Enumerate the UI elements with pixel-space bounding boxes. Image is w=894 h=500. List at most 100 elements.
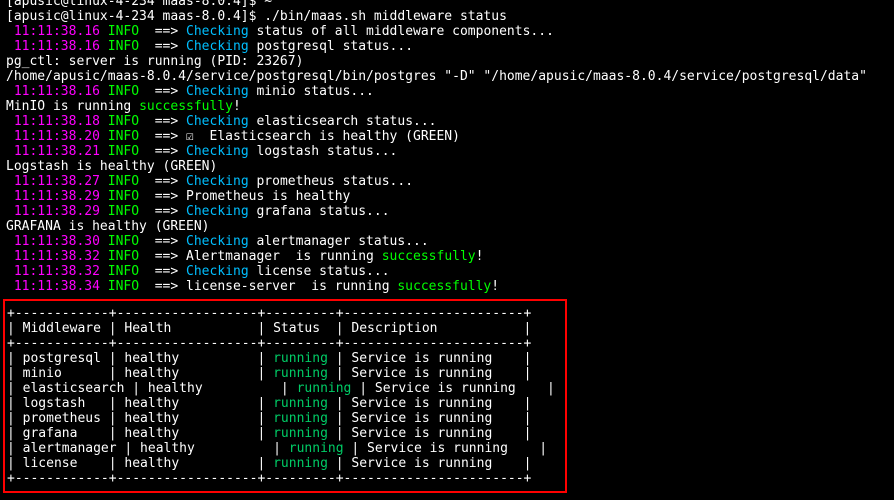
log-text: ==> <box>146 24 187 39</box>
log-level: INFO <box>99 189 147 204</box>
status-badge: running <box>273 366 328 381</box>
status-badge: running <box>273 411 328 426</box>
log-text: logstash status... <box>248 144 398 159</box>
log-line: 11:11:38.18 INFO ==> Checking elasticsea… <box>6 114 894 129</box>
table-row: | minio | healthy | running | Service is… <box>7 366 567 381</box>
log-text: [apusic@linux-4-234 maas-8.0.4]$ ~ <box>6 0 273 9</box>
log-text: ! <box>232 99 241 114</box>
table-row-suffix: | Service is running | <box>327 426 532 441</box>
log-text: MinIO is running <box>6 99 140 114</box>
log-text: elasticsearch status... <box>248 114 437 129</box>
table-row: | prometheus | healthy | running | Servi… <box>7 411 567 426</box>
log-text: status of all middleware components... <box>248 24 554 39</box>
log-text: license status... <box>248 264 390 279</box>
table-header-row: | Middleware | Health | Status | Descrip… <box>7 321 532 336</box>
log-text: ==> Prometheus is healthy <box>146 189 351 204</box>
log-level: INFO <box>99 234 147 249</box>
log-level: INFO <box>99 249 147 264</box>
log-line: 11:11:38.29 INFO ==> Prometheus is healt… <box>6 189 894 204</box>
log-level: INFO <box>99 174 147 189</box>
log-level: INFO <box>99 39 147 54</box>
log-line: pg_ctl: server is running (PID: 23267) <box>6 54 894 69</box>
table-row-suffix: | Service is running | <box>351 381 555 396</box>
terminal-output: [apusic@linux-4-234 maas-8.0.4]$ ~ [apusi… <box>6 0 894 294</box>
log-timestamp: 11:11:38.32 <box>6 264 100 279</box>
middleware-status-table: +------------+------------------+-------… <box>7 306 567 486</box>
table-row-prefix: | grafana | healthy | <box>7 426 274 441</box>
log-text: ==> <box>146 204 187 219</box>
log-line: /home/apusic/maas-8.0.4/service/postgres… <box>6 69 894 84</box>
table-row: | grafana | healthy | running | Service … <box>7 426 567 441</box>
log-text: ==> <box>146 114 187 129</box>
log-text: Checking <box>186 264 249 279</box>
table-row-suffix: | Service is running | <box>327 456 532 471</box>
log-text: Checking <box>186 84 249 99</box>
log-text: minio status... <box>248 84 374 99</box>
log-timestamp: 11:11:38.29 <box>6 189 100 204</box>
status-badge: running <box>273 396 328 411</box>
log-line: 11:11:38.34 INFO ==> license-server is r… <box>6 279 894 294</box>
log-level: INFO <box>99 204 147 219</box>
table-body: | postgresql | healthy | running | Servi… <box>7 351 567 471</box>
status-badge: running <box>288 441 344 456</box>
status-badge: running <box>273 351 328 366</box>
log-line: 11:11:38.30 INFO ==> Checking alertmanag… <box>6 234 894 249</box>
table-row-prefix: | logstash | healthy | <box>7 396 274 411</box>
table-row: | logstash | healthy | running | Service… <box>7 396 567 411</box>
log-text: Checking <box>186 204 249 219</box>
log-level: INFO <box>99 279 147 294</box>
log-text: Checking <box>186 114 249 129</box>
log-timestamp: 11:11:38.34 <box>6 279 100 294</box>
table-row: | alertmanager | healthy | running | Ser… <box>7 441 567 456</box>
table-row: | postgresql | healthy | running | Servi… <box>7 351 567 366</box>
table-row: | license | healthy | running | Service … <box>7 456 567 471</box>
log-level: INFO <box>99 114 147 129</box>
table-row-prefix: | license | healthy | <box>7 456 274 471</box>
table-row-suffix: | Service is running | <box>327 351 532 366</box>
log-level: INFO <box>99 264 147 279</box>
log-text: GRAFANA is healthy (GREEN) <box>6 219 210 234</box>
log-text: successfully <box>381 249 476 264</box>
log-line: GRAFANA is healthy (GREEN) <box>6 219 894 234</box>
log-text: successfully <box>139 99 233 114</box>
log-text: postgresql status... <box>248 39 414 54</box>
log-text: [apusic@linux-4-234 maas-8.0.4]$ ./bin/m… <box>6 9 507 24</box>
log-line: Logstash is healthy (GREEN) <box>6 159 894 174</box>
log-text: ==> ☑ Elasticsearch is healthy (GREEN) <box>146 129 460 144</box>
log-line: 11:11:38.16 INFO ==> Checking minio stat… <box>6 84 894 99</box>
log-text: successfully <box>397 279 492 294</box>
log-timestamp: 11:11:38.16 <box>6 84 100 99</box>
log-text: Checking <box>186 39 249 54</box>
table-row-prefix: | alertmanager | healthy | <box>7 441 289 456</box>
log-line: 11:11:38.16 INFO ==> Checking postgresql… <box>6 39 894 54</box>
table-border-top: +------------+------------------+-------… <box>7 306 532 321</box>
log-line: 11:11:38.29 INFO ==> Checking grafana st… <box>6 204 894 219</box>
table-row-prefix: | prometheus | healthy | <box>7 411 274 426</box>
log-text: ==> <box>146 39 187 54</box>
log-text: Checking <box>186 24 249 39</box>
status-badge: running <box>273 426 328 441</box>
log-text: grafana status... <box>248 204 390 219</box>
log-level: INFO <box>99 144 147 159</box>
terminal-window[interactable]: [apusic@linux-4-234 maas-8.0.4]$ ~ [apusi… <box>0 0 894 500</box>
table-row-suffix: | Service is running | <box>327 366 532 381</box>
log-line: MinIO is running successfully! <box>6 99 894 114</box>
log-text: Checking <box>186 144 249 159</box>
log-text: ==> <box>146 264 187 279</box>
log-text: ! <box>475 249 484 264</box>
log-text: alertmanager status... <box>248 234 429 249</box>
log-line: 11:11:38.21 INFO ==> Checking logstash s… <box>6 144 894 159</box>
log-line: 11:11:38.32 INFO ==> Alertmanager is run… <box>6 249 894 264</box>
log-text: ==> <box>146 84 187 99</box>
table-row-prefix: | minio | healthy | <box>7 366 274 381</box>
log-text: Logstash is healthy (GREEN) <box>6 159 218 174</box>
log-level: INFO <box>99 129 147 144</box>
table-row: | elasticsearch | healthy | running | Se… <box>7 381 567 396</box>
log-line: [apusic@linux-4-234 maas-8.0.4]$ ~ <box>6 0 894 9</box>
log-text: prometheus status... <box>248 174 414 189</box>
log-text: /home/apusic/maas-8.0.4/service/postgres… <box>6 69 867 84</box>
status-badge: running <box>296 381 352 396</box>
log-timestamp: 11:11:38.27 <box>6 174 100 189</box>
table-row-prefix: | postgresql | healthy | <box>7 351 274 366</box>
log-text: ==> Alertmanager is running <box>146 249 382 264</box>
